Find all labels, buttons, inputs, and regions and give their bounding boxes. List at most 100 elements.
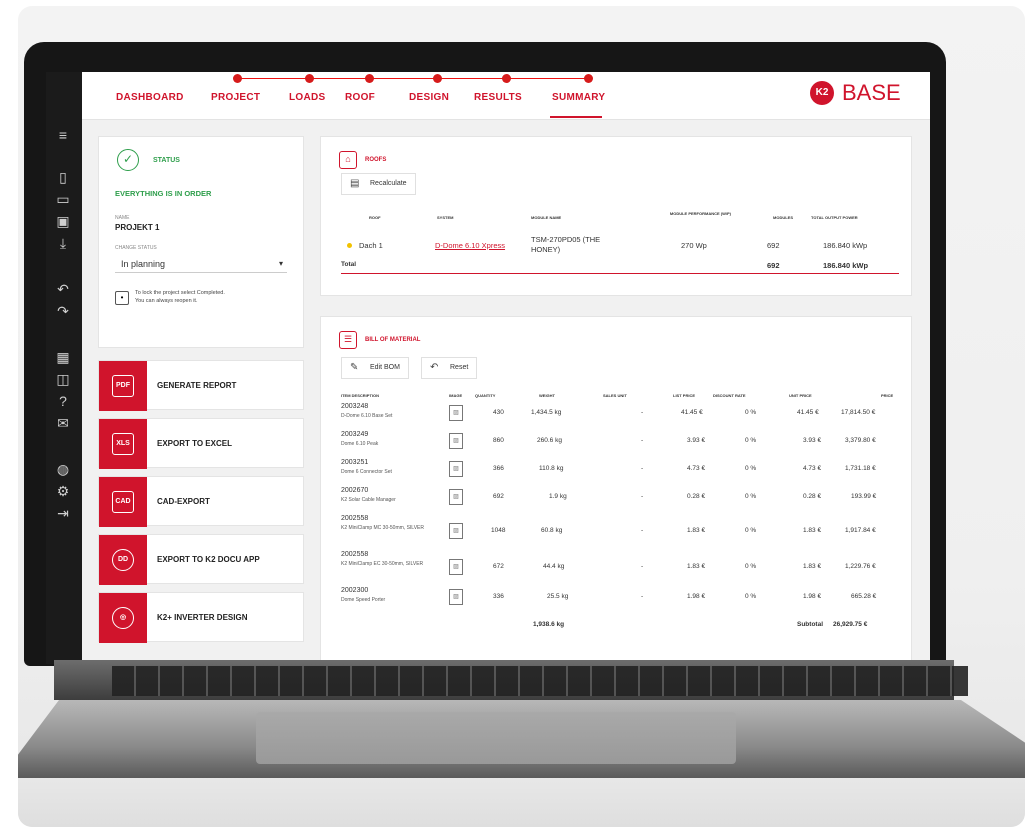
unit-price: 0.28 € bbox=[803, 493, 822, 500]
logo-text: BASE bbox=[842, 80, 901, 105]
image-icon[interactable]: ▨ bbox=[449, 461, 463, 477]
language-icon[interactable]: ◍ bbox=[54, 460, 72, 478]
system-link[interactable]: D-Dome 6.10 Xpress bbox=[435, 241, 505, 250]
item-description: Dome 6 Connector Set bbox=[341, 469, 392, 475]
item-code: 2002670 bbox=[341, 487, 369, 494]
nav-loads[interactable]: LOADS bbox=[289, 92, 326, 103]
3d-view-icon[interactable]: ◫ bbox=[54, 370, 72, 388]
house-icon: ⌂ bbox=[339, 151, 357, 169]
redo-icon[interactable]: ↷ bbox=[54, 302, 72, 320]
col-weight: WEIGHT bbox=[539, 393, 555, 398]
recalculate-button[interactable]: ▤ Recalculate bbox=[341, 173, 416, 195]
sales-unit: - bbox=[641, 493, 644, 500]
col-module-name: MODULE NAME bbox=[531, 215, 562, 220]
list-price: 1.83 € bbox=[687, 527, 706, 534]
image-icon[interactable]: ▨ bbox=[449, 405, 463, 421]
item-code: 2002558 bbox=[341, 551, 369, 558]
action-label: CAD-EXPORT bbox=[157, 497, 210, 506]
item-code: 2003249 bbox=[341, 431, 369, 438]
logout-icon[interactable]: ⇥ bbox=[54, 504, 72, 522]
xls-icon: XLS bbox=[112, 433, 134, 455]
weight: 25.5 kg bbox=[547, 593, 569, 600]
list-icon: ☰ bbox=[339, 331, 357, 349]
action-label: GENERATE REPORT bbox=[157, 381, 237, 390]
export-docu-app-button[interactable]: DD EXPORT TO K2 DOCU APP bbox=[98, 534, 304, 585]
image-icon[interactable]: ▨ bbox=[449, 559, 463, 575]
roof-color-indicator bbox=[347, 243, 352, 248]
action-label: EXPORT TO EXCEL bbox=[157, 439, 232, 448]
image-icon[interactable]: ▨ bbox=[449, 523, 463, 539]
top-navigation: DASHBOARD PROJECT LOADS ROOF DESIGN RESU… bbox=[82, 72, 930, 120]
col-unit-price: UNIT PRICE bbox=[789, 393, 812, 398]
nav-roof[interactable]: ROOF bbox=[345, 92, 375, 103]
new-project-icon[interactable]: ▯ bbox=[54, 168, 72, 186]
desk-surface bbox=[18, 771, 1025, 827]
undo-icon[interactable]: ↶ bbox=[54, 280, 72, 298]
reset-button[interactable]: ↶ Reset bbox=[421, 357, 478, 379]
item-description: K2 MiniClamp MC 30-50mm, SILVER bbox=[341, 525, 424, 531]
edit-bom-button[interactable]: ✎ Edit BOM bbox=[341, 357, 409, 379]
calculator-icon[interactable]: ▦ bbox=[54, 348, 72, 366]
item-description: Dome 6.10 Peak bbox=[341, 441, 379, 447]
status-select[interactable]: In planning ▾ bbox=[115, 255, 287, 273]
chevron-down-icon: ▾ bbox=[278, 259, 283, 268]
reset-label: Reset bbox=[450, 364, 469, 371]
status-select-value: In planning bbox=[121, 259, 166, 269]
folder-icon[interactable]: ▭ bbox=[54, 190, 72, 208]
nav-results[interactable]: RESULTS bbox=[474, 92, 522, 103]
table-row: 2003248 D-Dome 6.10 Base Set ▨ 430 1,434… bbox=[341, 403, 901, 429]
discount-rate: 0 % bbox=[745, 465, 757, 472]
col-list-price: LIST PRICE bbox=[673, 393, 696, 398]
total-modules: 692 bbox=[767, 261, 780, 270]
unit-price: 3.93 € bbox=[803, 437, 822, 444]
image-icon[interactable]: ▨ bbox=[449, 433, 463, 449]
nav-summary[interactable]: SUMMARY bbox=[552, 92, 605, 103]
item-code: 2002300 bbox=[341, 587, 369, 594]
unit-price: 1.98 € bbox=[803, 593, 822, 600]
discount-rate: 0 % bbox=[745, 409, 757, 416]
weight: 110.8 kg bbox=[539, 465, 564, 472]
download-icon[interactable]: ⤓ bbox=[54, 234, 72, 252]
name-label: NAME bbox=[115, 215, 130, 221]
quantity: 860 bbox=[493, 437, 504, 444]
col-system: SYSTEM bbox=[437, 215, 454, 220]
generate-report-button[interactable]: PDF GENERATE REPORT bbox=[98, 360, 304, 411]
nav-design[interactable]: DESIGN bbox=[409, 92, 449, 103]
icon-rail: ≡ ▯ ▭ ▣ ⤓ ↶ ↷ ▦ ◫ ? ✉ ◍ ⚙ ⇥ bbox=[46, 72, 82, 664]
chat-icon[interactable]: ✉ bbox=[54, 414, 72, 432]
cad-export-button[interactable]: CAD CAD-EXPORT bbox=[98, 476, 304, 527]
sales-unit: - bbox=[641, 465, 644, 472]
image-icon[interactable]: ▨ bbox=[449, 489, 463, 505]
nav-project[interactable]: PROJECT bbox=[211, 92, 260, 103]
active-tab-indicator bbox=[550, 116, 602, 118]
help-icon[interactable]: ? bbox=[54, 392, 72, 410]
action-icon-box: DD bbox=[99, 535, 147, 585]
discount-rate: 0 % bbox=[745, 593, 757, 600]
nav-dashboard[interactable]: DASHBOARD bbox=[116, 92, 184, 103]
menu-icon[interactable]: ≡ bbox=[54, 126, 72, 144]
export-excel-button[interactable]: XLS EXPORT TO EXCEL bbox=[98, 418, 304, 469]
weight: 44.4 kg bbox=[543, 563, 565, 570]
trackpad bbox=[256, 712, 736, 764]
inverter-design-button[interactable]: ◎ K2+ INVERTER DESIGN bbox=[98, 592, 304, 643]
discount-rate: 0 % bbox=[745, 493, 757, 500]
price: 3,379.80 € bbox=[845, 437, 876, 444]
item-description: Dome Speed Porter bbox=[341, 597, 386, 603]
step-dot bbox=[584, 74, 593, 83]
col-price: PRICE bbox=[881, 393, 894, 398]
settings-icon[interactable]: ⚙ bbox=[54, 482, 72, 500]
price: 1,229.76 € bbox=[845, 563, 876, 570]
quantity: 1048 bbox=[491, 527, 506, 534]
image-icon[interactable]: ▨ bbox=[449, 589, 463, 605]
save-icon[interactable]: ▣ bbox=[54, 212, 72, 230]
lock-hint: To lock the project select Completed. Yo… bbox=[135, 289, 285, 305]
table-row: 2002300 Dome Speed Porter ▨ 336 25.5 kg … bbox=[341, 587, 901, 613]
unit-price: 1.83 € bbox=[803, 527, 822, 534]
step-dot bbox=[365, 74, 374, 83]
table-row: 2002558 K2 MiniClamp MC 30-50mm, SILVER … bbox=[341, 515, 901, 549]
pdf-icon: PDF bbox=[112, 375, 134, 397]
col-module-performance: MODULE PERFORMANCE (W/P) bbox=[669, 211, 731, 216]
sales-unit: - bbox=[641, 593, 644, 600]
list-price: 0.28 € bbox=[687, 493, 706, 500]
unit-price: 4.73 € bbox=[803, 465, 822, 472]
